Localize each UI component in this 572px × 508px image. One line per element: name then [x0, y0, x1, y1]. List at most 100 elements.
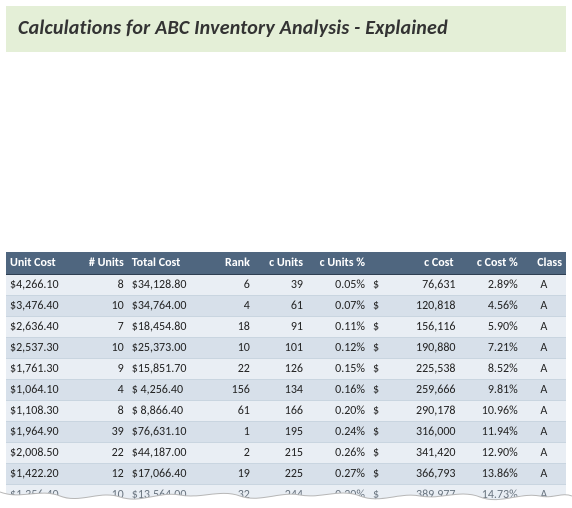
cell-c-units-pct: 0.15%: [307, 359, 369, 380]
cell-c-cost-pct: 13.86%: [458, 464, 522, 485]
table-row: $1,064.104$ 4,256.401561340.16%$259,6669…: [6, 380, 566, 401]
cell-total-cost: $34,128.80: [128, 275, 210, 296]
cell-c-units-pct: 0.20%: [307, 401, 369, 422]
cell-c-cost: $190,880: [369, 338, 458, 359]
cell-c-units: 244: [254, 485, 307, 506]
col-class: Class: [522, 252, 566, 275]
cell-total-cost: $ 8,866.40: [128, 401, 210, 422]
cell-rank: 156: [210, 380, 254, 401]
cell-c-cost-pct: 10.96%: [458, 401, 522, 422]
cell-c-cost-pct: 8.52%: [458, 359, 522, 380]
cell-c-units-pct: 0.16%: [307, 380, 369, 401]
table-row: $2,008.5022$44,187.0022150.26%$341,42012…: [6, 443, 566, 464]
cell-total-cost: $76,631.10: [128, 422, 210, 443]
cell-total-cost: $ 4,256.40: [128, 380, 210, 401]
col-unit-cost: Unit Cost: [6, 252, 77, 275]
cell-unit-cost: $1,064.10: [6, 380, 77, 401]
cell-c-cost: $316,000: [369, 422, 458, 443]
col-total-cost: Total Cost: [128, 252, 210, 275]
cell-class: A: [522, 443, 566, 464]
cell-rank: 6: [210, 275, 254, 296]
cell-total-cost: $34,764.00: [128, 296, 210, 317]
cell-class: A: [522, 380, 566, 401]
cell-c-units-pct: 0.27%: [307, 464, 369, 485]
cell-c-cost: $290,178: [369, 401, 458, 422]
cell-c-cost: $389,977: [369, 485, 458, 506]
cell-units: 10: [77, 296, 128, 317]
cell-unit-cost: $1,356.40: [6, 485, 77, 506]
inventory-table: Unit Cost # Units Total Cost Rank c Unit…: [6, 252, 566, 506]
col-c-units: c Units: [254, 252, 307, 275]
inventory-table-container: Unit Cost # Units Total Cost Rank c Unit…: [6, 252, 566, 506]
col-rank: Rank: [210, 252, 254, 275]
cell-class: A: [522, 317, 566, 338]
cell-c-cost: $366,793: [369, 464, 458, 485]
cell-class: A: [522, 359, 566, 380]
cell-c-units: 215: [254, 443, 307, 464]
cell-unit-cost: $1,108.30: [6, 401, 77, 422]
cell-class: A: [522, 338, 566, 359]
cell-c-cost-pct: 7.21%: [458, 338, 522, 359]
cell-c-units: 101: [254, 338, 307, 359]
cell-c-units: 195: [254, 422, 307, 443]
table-row: $1,108.308$ 8,866.40611660.20%$290,17810…: [6, 401, 566, 422]
cell-c-cost: $341,420: [369, 443, 458, 464]
cell-unit-cost: $4,266.10: [6, 275, 77, 296]
cell-class: A: [522, 275, 566, 296]
cell-unit-cost: $3,476.40: [6, 296, 77, 317]
cell-c-units: 61: [254, 296, 307, 317]
cell-c-cost: $156,116: [369, 317, 458, 338]
cell-class: A: [522, 401, 566, 422]
table-body: $4,266.108$34,128.806390.05%$76,6312.89%…: [6, 275, 566, 506]
cell-unit-cost: $1,422.20: [6, 464, 77, 485]
cell-units: 22: [77, 443, 128, 464]
page-title: Calculations for ABC Inventory Analysis …: [18, 16, 554, 40]
cell-c-units-pct: 0.24%: [307, 422, 369, 443]
cell-c-cost-pct: 5.90%: [458, 317, 522, 338]
cell-c-cost-pct: 4.56%: [458, 296, 522, 317]
cell-c-units-pct: 0.05%: [307, 275, 369, 296]
cell-c-cost: $259,666: [369, 380, 458, 401]
cell-class: A: [522, 485, 566, 506]
cell-c-cost-pct: 2.89%: [458, 275, 522, 296]
cell-units: 4: [77, 380, 128, 401]
cell-rank: 1: [210, 422, 254, 443]
cell-total-cost: $13,564.00: [128, 485, 210, 506]
table-row: $3,476.4010$34,764.004610.07%$120,8184.5…: [6, 296, 566, 317]
cell-units: 8: [77, 401, 128, 422]
cell-rank: 61: [210, 401, 254, 422]
cell-c-cost: $76,631: [369, 275, 458, 296]
col-units: # Units: [77, 252, 128, 275]
col-c-cost-pct: c Cost %: [458, 252, 522, 275]
cell-class: A: [522, 296, 566, 317]
table-row: $1,356.4010$13,564.00322440.30%$389,9771…: [6, 485, 566, 506]
cell-c-units-pct: 0.11%: [307, 317, 369, 338]
cell-rank: 19: [210, 464, 254, 485]
cell-units: 7: [77, 317, 128, 338]
table-header-row: Unit Cost # Units Total Cost Rank c Unit…: [6, 252, 566, 275]
cell-total-cost: $44,187.00: [128, 443, 210, 464]
cell-c-cost: $225,538: [369, 359, 458, 380]
cell-class: A: [522, 464, 566, 485]
cell-c-cost-pct: 12.90%: [458, 443, 522, 464]
cell-units: 12: [77, 464, 128, 485]
cell-units: 8: [77, 275, 128, 296]
cell-unit-cost: $2,008.50: [6, 443, 77, 464]
table-row: $1,964.9039$76,631.1011950.24%$316,00011…: [6, 422, 566, 443]
cell-class: A: [522, 422, 566, 443]
table-row: $1,761.309$15,851.70221260.15%$225,5388.…: [6, 359, 566, 380]
cell-c-units: 134: [254, 380, 307, 401]
title-bar: Calculations for ABC Inventory Analysis …: [6, 6, 566, 52]
cell-total-cost: $17,066.40: [128, 464, 210, 485]
cell-c-units-pct: 0.07%: [307, 296, 369, 317]
cell-c-cost-pct: 14.73%: [458, 485, 522, 506]
cell-rank: 4: [210, 296, 254, 317]
cell-c-units: 225: [254, 464, 307, 485]
cell-units: 10: [77, 338, 128, 359]
cell-unit-cost: $2,537.30: [6, 338, 77, 359]
cell-c-units-pct: 0.30%: [307, 485, 369, 506]
cell-unit-cost: $1,761.30: [6, 359, 77, 380]
cell-c-cost-pct: 11.94%: [458, 422, 522, 443]
cell-total-cost: $15,851.70: [128, 359, 210, 380]
cell-c-units: 39: [254, 275, 307, 296]
